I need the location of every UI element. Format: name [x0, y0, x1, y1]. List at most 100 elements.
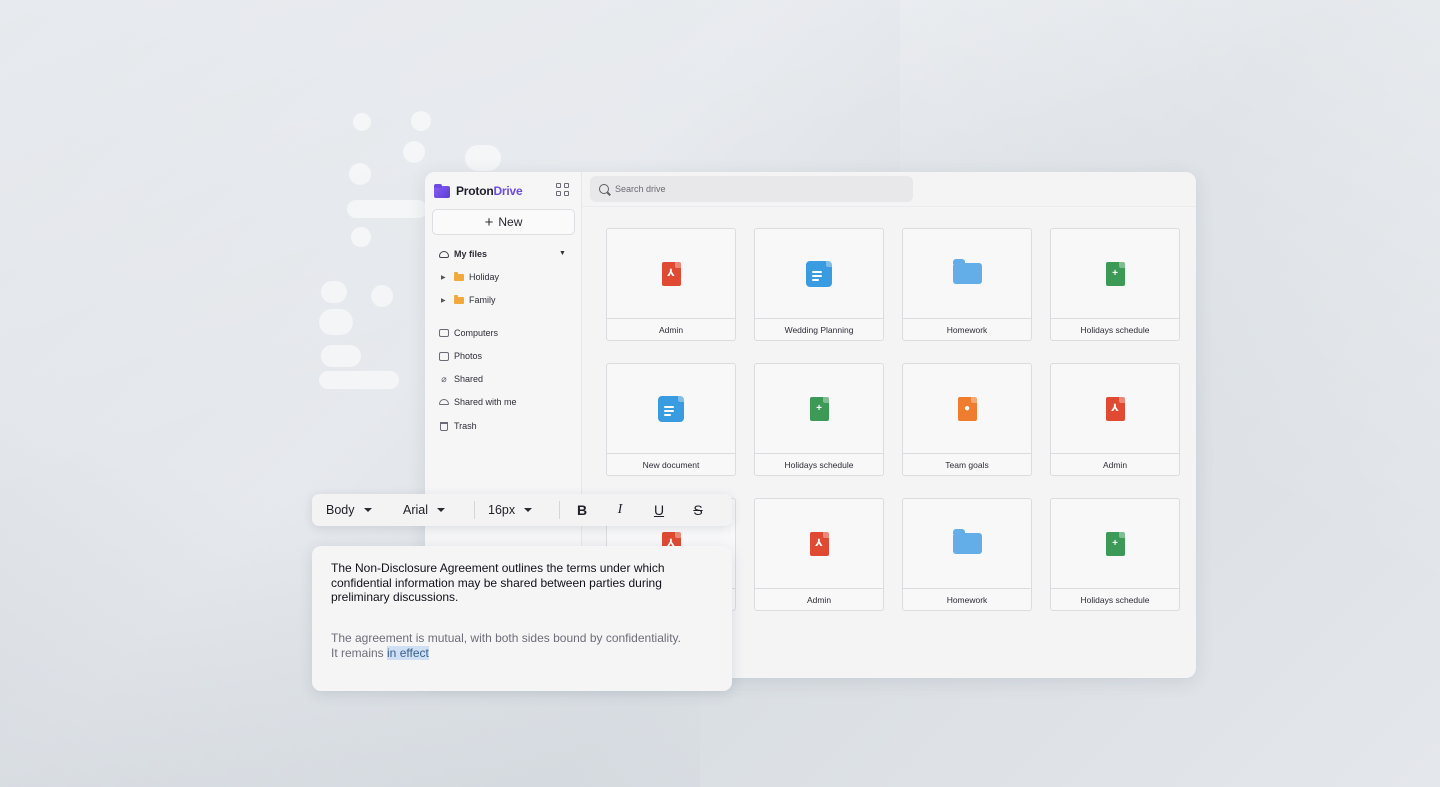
chevron-down-icon	[363, 508, 372, 512]
sidebar-item-label: My files	[454, 249, 488, 259]
editor-paragraph[interactable]: The Non-Disclosure Agreement outlines th…	[331, 561, 716, 605]
chevron-down-icon[interactable]: ▼	[559, 250, 566, 257]
presentation-file-icon: ●	[957, 396, 977, 421]
folder-tile[interactable]: Homework	[902, 228, 1032, 341]
sidebar-item-label: Shared with me	[454, 397, 517, 407]
file-tile[interactable]: ● Team goals	[902, 363, 1032, 476]
file-name: Holidays schedule	[1051, 318, 1179, 340]
toolbar-divider	[474, 501, 475, 519]
sidebar-item-shared-with-me[interactable]: Shared with me	[439, 393, 517, 411]
file-tile[interactable]: ⅄ Admin	[754, 498, 884, 611]
file-tile[interactable]: + Holidays schedule	[1050, 498, 1180, 611]
file-tile[interactable]: + Holidays schedule	[1050, 228, 1180, 341]
folder-icon	[952, 259, 982, 284]
file-name: Admin	[1051, 453, 1179, 475]
font-size-value: 16px	[488, 503, 516, 517]
sidebar-item-computers[interactable]: Computers	[439, 324, 498, 342]
file-preview	[607, 364, 735, 453]
file-preview: ⅄	[1051, 364, 1179, 453]
chevron-down-icon	[437, 508, 446, 512]
document-editor[interactable]: The Non-Disclosure Agreement outlines th…	[312, 546, 732, 691]
spreadsheet-file-icon: +	[809, 396, 829, 421]
search-input[interactable]	[615, 184, 895, 194]
file-name: Holidays schedule	[755, 453, 883, 475]
editor-paragraph[interactable]: The agreement is mutual, with both sides…	[331, 631, 721, 661]
sidebar-item-label: Photos	[454, 351, 483, 361]
italic-button[interactable]: I	[609, 494, 631, 526]
sidebar-item-my-files[interactable]: My files	[439, 245, 487, 263]
file-preview	[903, 229, 1031, 318]
strikethrough-button[interactable]: S	[687, 494, 709, 526]
file-name: Homework	[903, 588, 1031, 610]
underline-button[interactable]: U	[648, 494, 670, 526]
pdf-file-icon: ⅄	[661, 261, 681, 286]
pdf-file-icon: ⅄	[1105, 396, 1125, 421]
sidebar-item-photos[interactable]: Photos	[439, 347, 482, 365]
editor-text: It remains	[331, 646, 388, 660]
file-preview: +	[1051, 499, 1179, 588]
font-size-select[interactable]: 16px	[488, 494, 533, 526]
spreadsheet-file-icon: +	[1105, 531, 1125, 556]
paragraph-style-select[interactable]: Body	[326, 494, 372, 526]
search-bar[interactable]	[590, 176, 913, 202]
file-name: Wedding Planning	[755, 318, 883, 340]
chevron-right-icon[interactable]: ▶	[441, 297, 449, 304]
file-name: Admin	[755, 588, 883, 610]
sidebar-item-label: Family	[469, 295, 496, 305]
toolbar-divider	[559, 501, 560, 519]
brand[interactable]: ProtonDrive	[434, 182, 523, 200]
sidebar-item-label: Holiday	[469, 272, 500, 282]
file-tile[interactable]: New document	[606, 363, 736, 476]
font-family-select[interactable]: Arial	[403, 494, 446, 526]
file-name: Homework	[903, 318, 1031, 340]
brand-name: ProtonDrive	[456, 184, 523, 198]
sidebar-item-holiday[interactable]: ▶ Holiday	[441, 268, 499, 286]
text-selection[interactable]: in effect	[387, 646, 429, 660]
app-grid-icon[interactable]	[556, 183, 569, 196]
file-tile[interactable]: ⅄ Admin	[1050, 363, 1180, 476]
sidebar-item-shared[interactable]: ⌀ Shared	[439, 370, 483, 388]
pdf-file-icon: ⅄	[809, 531, 829, 556]
file-preview: ⅄	[607, 229, 735, 318]
text-formatting-toolbar: Body Arial 16px B I U S	[312, 494, 732, 526]
plus-icon: +	[484, 213, 494, 231]
folder-icon	[454, 271, 464, 281]
bold-button[interactable]: B	[571, 494, 593, 526]
file-preview: +	[1051, 229, 1179, 318]
folder-tile[interactable]: Homework	[902, 498, 1032, 611]
new-button[interactable]: + New	[432, 209, 575, 235]
file-name: Admin	[607, 318, 735, 340]
font-family-value: Arial	[403, 503, 429, 517]
file-name: Holidays schedule	[1051, 588, 1179, 610]
chevron-right-icon[interactable]: ▶	[441, 274, 449, 281]
sidebar-item-label: Shared	[454, 374, 484, 384]
folder-icon	[952, 529, 982, 554]
document-file-icon	[658, 395, 684, 422]
file-tile[interactable]: + Holidays schedule	[754, 363, 884, 476]
search-icon	[599, 184, 609, 194]
drive-icon	[439, 249, 449, 259]
file-name: New document	[607, 453, 735, 475]
link-icon: ⌀	[441, 373, 447, 384]
new-button-label: New	[498, 215, 523, 229]
image-icon	[439, 351, 449, 361]
spreadsheet-file-icon: +	[1105, 261, 1125, 286]
sidebar-item-family[interactable]: ▶ Family	[441, 291, 496, 309]
file-tile[interactable]: Wedding Planning	[754, 228, 884, 341]
sidebar-item-trash[interactable]: Trash	[439, 417, 477, 435]
users-icon	[439, 397, 449, 407]
trash-icon	[439, 421, 449, 431]
file-preview	[903, 499, 1031, 588]
file-tile[interactable]: ⅄ Admin	[606, 228, 736, 341]
chevron-down-icon	[524, 508, 533, 512]
paragraph-style-value: Body	[326, 503, 355, 517]
header-divider	[582, 206, 1196, 207]
document-file-icon	[806, 260, 832, 287]
folder-icon	[454, 294, 464, 304]
sidebar-item-label: Trash	[454, 421, 477, 431]
sidebar-item-label: Computers	[454, 328, 499, 338]
file-preview: ●	[903, 364, 1031, 453]
file-preview: +	[755, 364, 883, 453]
proton-drive-logo-icon	[434, 184, 450, 198]
file-name: Team goals	[903, 453, 1031, 475]
